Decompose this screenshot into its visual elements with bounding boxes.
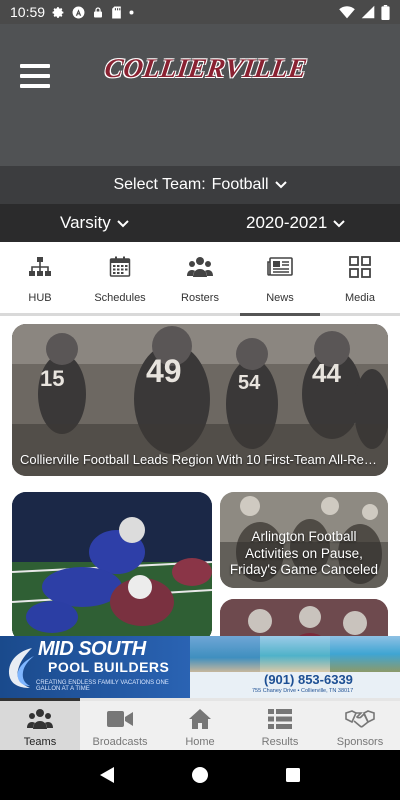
level-value: Varsity [60,213,111,232]
recents-icon[interactable] [278,760,308,790]
news-caption: Arlington Football Activities on Pause, … [229,529,379,577]
handshake-icon [345,708,375,730]
chevron-down-icon [116,213,129,233]
status-time: 10:59 [10,4,46,20]
grid-icon [349,254,371,280]
team-selector-value: Football [211,176,269,193]
team-icon [27,708,53,730]
ad-address: 755 Chaney Drive • Collierville, TN 3801… [252,688,354,694]
svg-text:54: 54 [238,372,261,394]
wifi-icon [339,5,355,19]
system-navigation-bar [0,750,400,800]
filter-bar: Varsity 2020-2021 [0,204,400,242]
ad-phone: (901) 853-6339 [264,672,353,687]
dot-icon [129,10,134,15]
lock-icon [92,6,104,19]
nav-label: Broadcasts [92,736,148,748]
chevron-down-icon [333,213,346,233]
ad-tagline: CREATING ENDLESS FAMILY VACATIONS ONE GA… [36,680,169,692]
back-icon[interactable] [92,760,122,790]
ad-name-line1: MID SOUTH [38,638,146,660]
bottom-navigation: Teams Broadcasts Home Results Sponsors [0,701,400,750]
team-selector[interactable]: Select Team: Football [0,166,400,204]
signal-icon [361,5,375,19]
tab-label: Media [345,292,375,304]
ad-details: (901) 853-6339 755 Chaney Drive • Collie… [190,636,400,698]
tab-news[interactable]: News [240,242,320,316]
nav-label: Results [261,736,299,748]
nav-teams[interactable]: Teams [0,701,80,750]
hamburger-menu-icon[interactable] [20,64,50,88]
org-chart-icon [28,254,52,280]
tab-media[interactable]: Media [320,242,400,316]
a-icon [72,6,85,19]
sd-card-icon [111,6,122,19]
tab-label: News [266,292,294,304]
gear-icon [52,6,65,19]
home-icon [188,708,212,730]
svg-text:44: 44 [312,358,341,388]
nav-label: Teams [23,736,57,748]
section-tabs: HUB Schedules Rosters News Media [0,242,400,316]
nav-sponsors[interactable]: Sponsors [320,701,400,750]
ad-name-line2: POOL BUILDERS [48,659,170,675]
svg-text:15: 15 [40,366,64,391]
team-selector-label: Select Team: [113,176,206,193]
ad-brand: MID SOUTH POOL BUILDERS CREATING ENDLESS… [0,636,190,698]
tab-label: HUB [28,292,52,304]
newspaper-icon [267,254,293,280]
season-value: 2020-2021 [246,213,328,232]
video-camera-icon [107,708,133,730]
nav-broadcasts[interactable]: Broadcasts [80,701,160,750]
school-logo[interactable]: COLLIERVILLE [98,50,314,86]
news-caption: Collierville Football Leads Region With … [20,452,380,468]
news-card[interactable] [12,492,212,636]
tab-label: Schedules [94,292,146,304]
ad-photos [190,636,400,672]
list-icon [268,708,292,730]
battery-icon [381,4,390,20]
nav-home[interactable]: Home [160,701,240,750]
status-bar: 10:59 [0,0,400,24]
news-card[interactable] [220,599,388,636]
nav-label: Home [185,736,215,748]
level-dropdown[interactable]: Varsity [60,213,129,233]
nav-results[interactable]: Results [240,701,320,750]
season-dropdown[interactable]: 2020-2021 [246,213,346,233]
news-card-featured[interactable]: 15 49 54 44 Collierville Football Leads … [12,324,388,476]
app-header: COLLIERVILLE [0,24,400,166]
news-card[interactable]: Arlington Football Activities on Pause, … [220,492,388,588]
nav-label: Sponsors [336,736,384,748]
wave-swoosh-icon [8,648,34,688]
tab-hub[interactable]: HUB [0,242,80,316]
tab-label: Rosters [181,292,219,304]
calendar-icon [109,254,131,280]
tab-rosters[interactable]: Rosters [160,242,240,316]
svg-text:49: 49 [146,353,182,389]
logo-text: COLLIERVILLE [102,52,310,83]
sponsor-ad-banner[interactable]: MID SOUTH POOL BUILDERS CREATING ENDLESS… [0,636,400,698]
tab-schedules[interactable]: Schedules [80,242,160,316]
home-circle-icon[interactable] [185,760,215,790]
people-group-icon [187,254,213,280]
chevron-down-icon [274,176,287,194]
news-feed[interactable]: 15 49 54 44 Collierville Football Leads … [0,316,400,636]
